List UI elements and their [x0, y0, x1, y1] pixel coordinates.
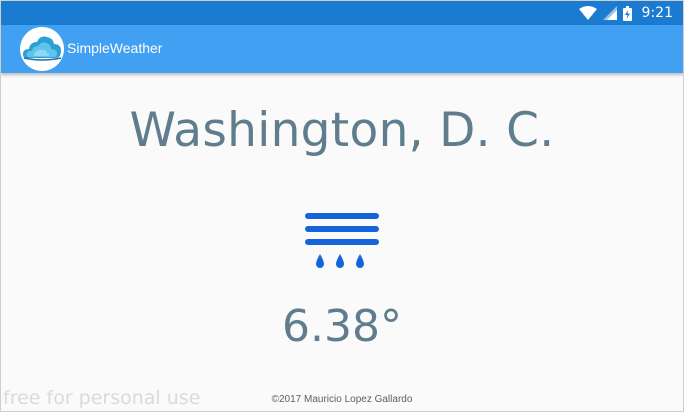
- signal-icon: [602, 6, 617, 20]
- status-time: 9:21: [641, 5, 673, 21]
- app-title: SimpleWeather: [67, 40, 163, 56]
- wifi-icon: [578, 6, 597, 20]
- status-bar: 9:21: [1, 1, 683, 25]
- temperature-value: 6.38°: [282, 301, 402, 352]
- city-name: Washington, D. C.: [129, 103, 555, 158]
- copyright-text: ©2017 Mauricio Lopez Gallardo: [271, 394, 413, 405]
- cloud-logo-icon[interactable]: [20, 27, 64, 71]
- app-window: 9:21 SimpleWeather Washington, D. C. 6.3…: [0, 0, 684, 412]
- status-icons: 9:21: [578, 4, 673, 22]
- rain-fog-icon: [303, 209, 381, 271]
- app-bar: SimpleWeather: [1, 25, 683, 73]
- battery-icon: [622, 5, 632, 21]
